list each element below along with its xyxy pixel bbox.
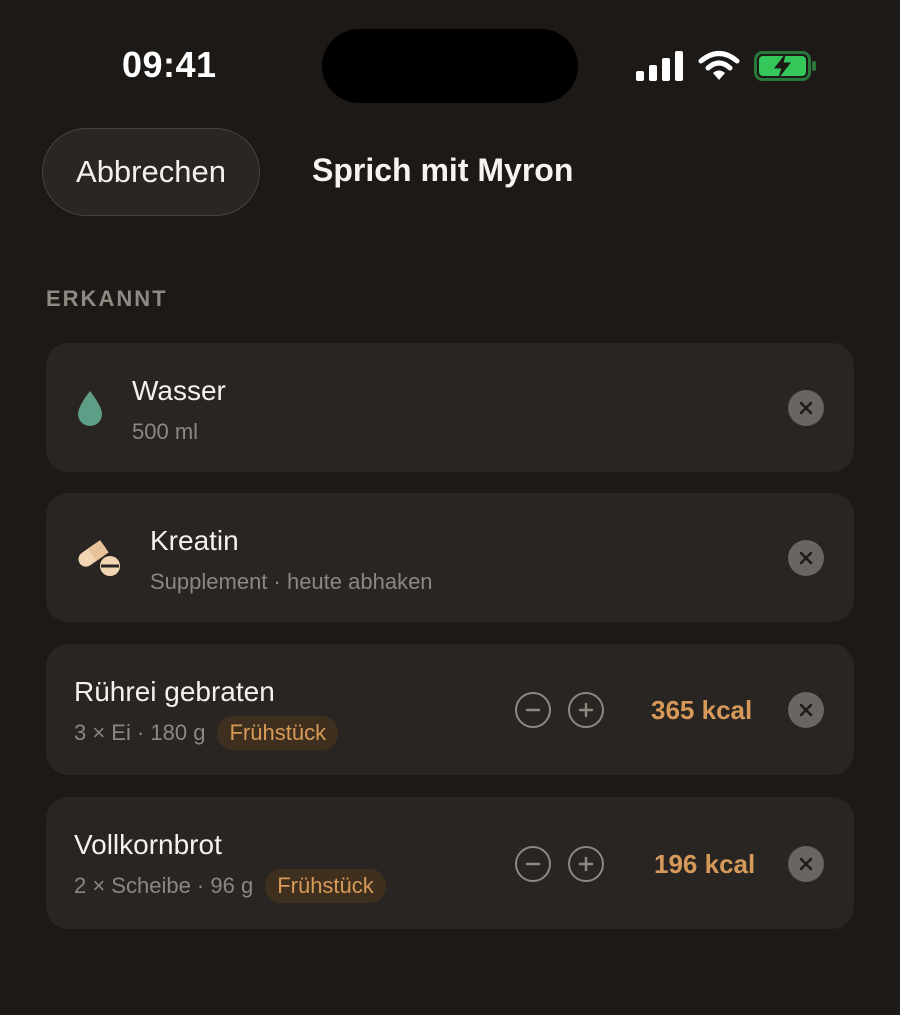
item-detail-row: 500 ml <box>132 419 198 445</box>
water-drop-icon <box>78 391 102 426</box>
remove-button[interactable] <box>788 692 824 728</box>
list-item[interactable]: Wasser 500 ml <box>46 343 854 472</box>
close-icon <box>799 551 813 565</box>
item-detail: 2 × Scheibe · 96 g <box>74 873 254 898</box>
list-item[interactable]: Rührei gebraten 3 × Ei · 180 g Frühstück… <box>46 644 854 775</box>
item-detail-row: Supplement · heute abhaken <box>150 569 433 595</box>
item-detail-row: 3 × Ei · 180 g Frühstück <box>74 716 339 750</box>
section-label: ERKANNT <box>46 286 168 311</box>
item-detail: 500 ml <box>132 419 199 444</box>
increase-button[interactable] <box>568 692 604 728</box>
pill-icon <box>78 540 120 576</box>
remove-button[interactable] <box>788 846 824 882</box>
remove-button[interactable] <box>788 390 824 426</box>
remove-button[interactable] <box>788 540 824 576</box>
item-name: Vollkornbrot <box>74 829 222 860</box>
list-item[interactable]: Kreatin Supplement · heute abhaken <box>46 493 854 622</box>
minus-icon <box>525 862 541 866</box>
decrease-button[interactable] <box>515 846 551 882</box>
item-name: Rührei gebraten <box>74 676 275 707</box>
list-item[interactable]: Vollkornbrot 2 × Scheibe · 96 g Frühstüc… <box>46 797 854 929</box>
close-icon <box>799 703 813 717</box>
plus-icon <box>578 856 594 872</box>
kcal-value: 196 kcal <box>654 849 756 879</box>
meal-tag[interactable]: Frühstück <box>217 716 339 750</box>
item-name: Wasser <box>132 375 226 406</box>
cancel-button[interactable]: Abbrechen <box>42 128 260 216</box>
meal-tag[interactable]: Frühstück <box>265 869 386 903</box>
item-name: Kreatin <box>150 525 239 556</box>
battery-charging-icon <box>754 51 816 81</box>
dynamic-island <box>322 29 578 103</box>
page-title: Sprich mit Myron <box>312 152 574 188</box>
item-detail-row: 2 × Scheibe · 96 g Frühstück <box>74 869 386 903</box>
decrease-button[interactable] <box>515 692 551 728</box>
close-icon <box>799 857 813 871</box>
status-icons <box>636 48 818 84</box>
increase-button[interactable] <box>568 846 604 882</box>
screen: 09:41 Abbrechen Sprich mit Myron ERKANNT… <box>0 0 900 1015</box>
close-icon <box>799 401 813 415</box>
item-detail: 3 × Ei · 180 g <box>74 720 206 745</box>
signal-icon <box>636 51 683 81</box>
minus-icon <box>525 708 541 712</box>
item-detail: Supplement · heute abhaken <box>150 569 433 594</box>
kcal-value: 365 kcal <box>651 695 753 725</box>
plus-icon <box>578 702 594 718</box>
wifi-icon <box>698 51 740 80</box>
status-time: 09:41 <box>122 44 217 85</box>
